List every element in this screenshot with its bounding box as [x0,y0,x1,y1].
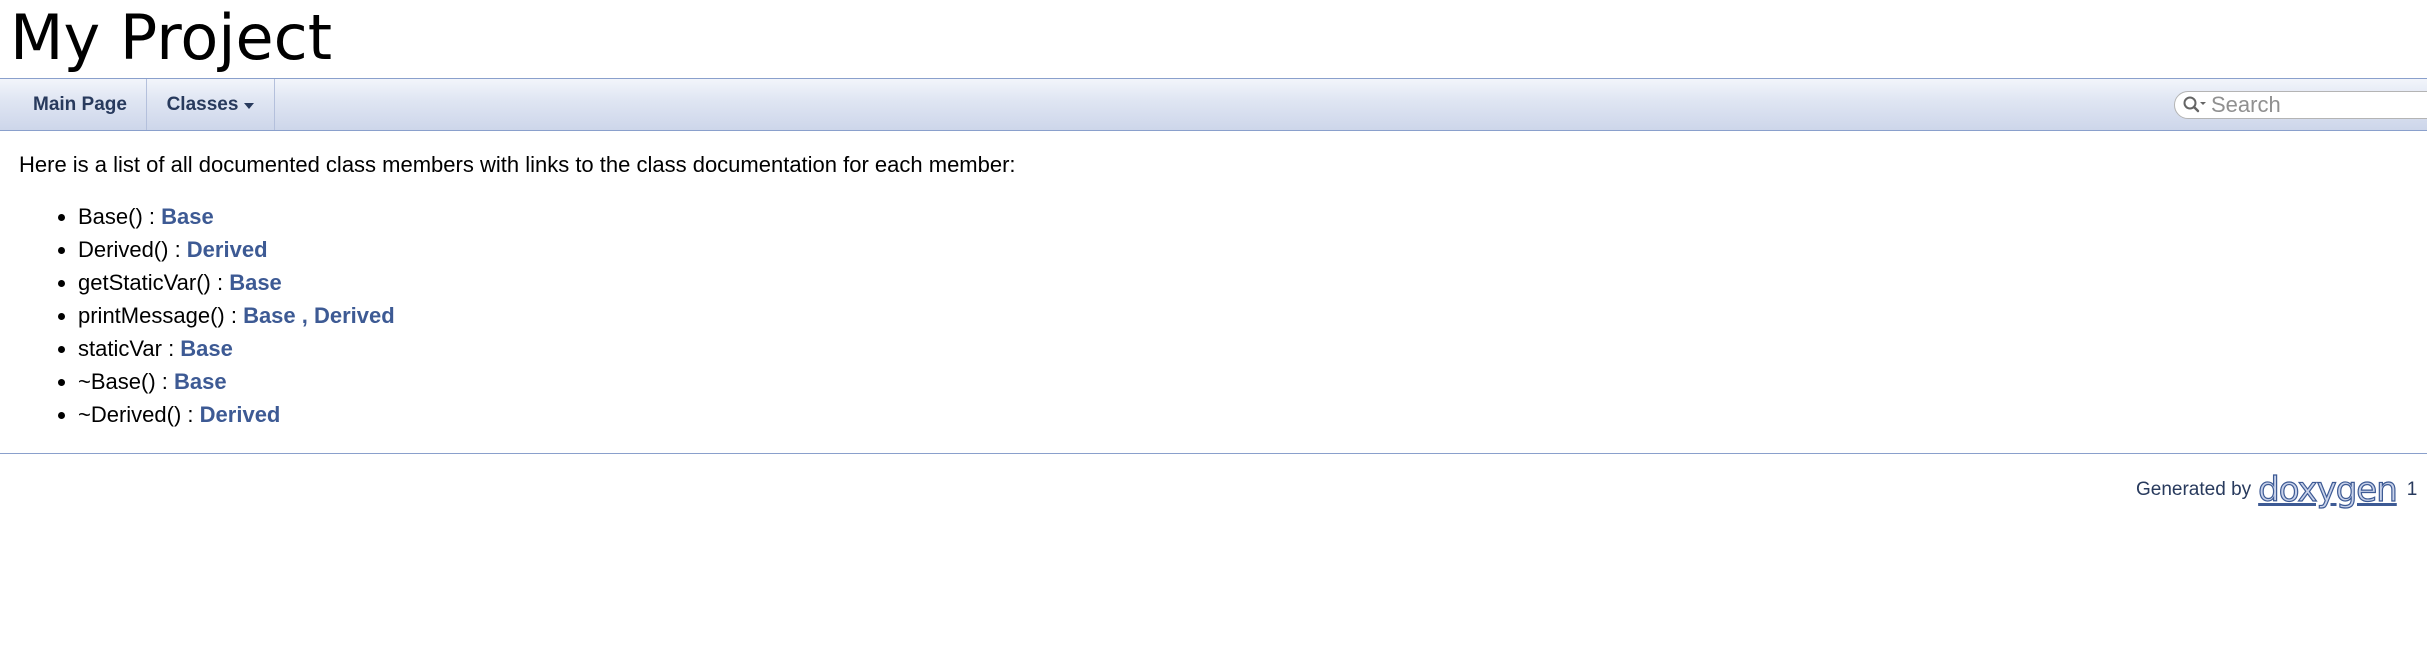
class-link[interactable]: Derived [200,402,281,427]
chevron-down-icon[interactable] [244,102,255,109]
tab-main-page[interactable]: Main Page [0,79,147,130]
footer: Generated by doxygen 1 [2136,469,2418,510]
member-list: Base() : Base Derived() : Derived getSta… [19,200,1016,431]
class-link[interactable]: Base [243,303,296,328]
member-name: staticVar : [78,336,181,361]
project-name: My Project [10,1,333,74]
tab-classes-label: Classes [166,93,239,115]
member-name: getStaticVar() : [78,270,230,295]
list-item: printMessage() : Base , Derived [78,299,1016,332]
list-item: ~Base() : Base [78,365,1016,398]
generated-by-text: Generated by [2136,479,2252,500]
class-link[interactable]: Derived [314,303,395,328]
member-name: ~Base() : [78,369,174,394]
list-item: Derived() : Derived [78,233,1016,266]
intro-text: Here is a list of all documented class m… [19,152,1016,177]
link-separator: , [295,303,314,328]
title-area: My Project [0,0,2427,78]
class-link[interactable]: Base [229,270,282,295]
tab-main-page-label: Main Page [33,93,127,115]
member-name: Derived() : [78,237,187,262]
doxygen-logo-link[interactable]: doxygen [2258,469,2399,510]
list-item: ~Derived() : Derived [78,398,1016,431]
list-item: getStaticVar() : Base [78,266,1016,299]
search-icon[interactable] [2179,93,2209,117]
search-input[interactable] [2209,93,2411,117]
tab-classes[interactable]: Classes [147,79,275,130]
search-box [2174,91,2427,119]
list-item: staticVar : Base [78,332,1016,365]
member-name: Base() : [78,204,162,229]
contents: Here is a list of all documented class m… [19,150,1016,431]
footer-divider [0,453,2427,454]
class-link[interactable]: Derived [187,237,268,262]
class-link[interactable]: Base [174,369,227,394]
list-item: Base() : Base [78,200,1016,233]
member-name: printMessage() : [78,303,244,328]
member-name: ~Derived() : [78,402,200,427]
doxygen-version: 1 [2406,479,2418,500]
class-link[interactable]: Base [161,204,214,229]
navbar: Main Page Classes [0,78,2427,131]
class-link[interactable]: Base [180,336,233,361]
